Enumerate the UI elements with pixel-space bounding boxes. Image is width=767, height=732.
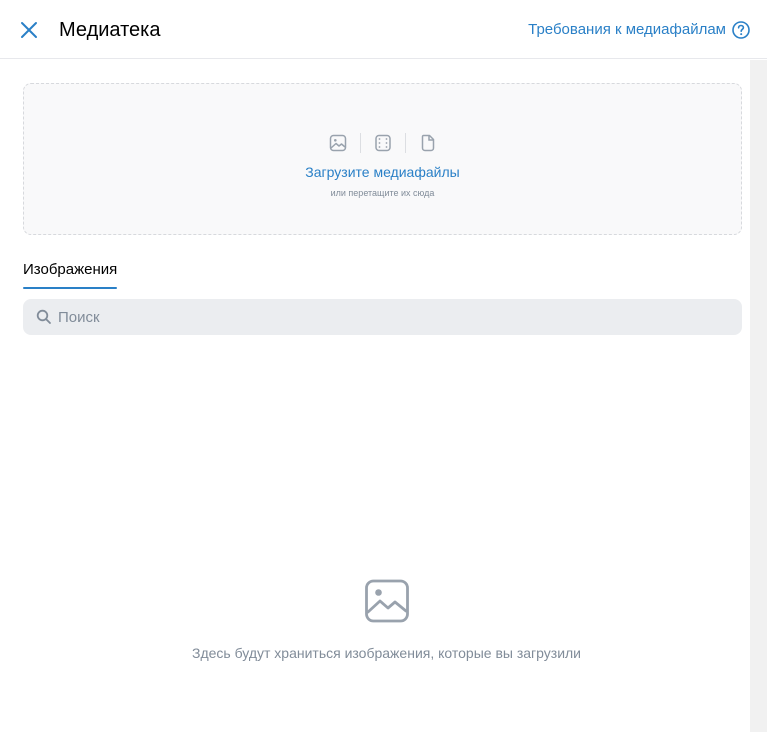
upload-dropzone[interactable]: Загрузите медиафайлы или перетащите их с… [23, 83, 742, 235]
close-button[interactable] [17, 18, 41, 42]
image-icon [327, 132, 349, 154]
close-icon [21, 22, 37, 38]
tab-active-indicator [23, 287, 118, 289]
search-icon [35, 308, 53, 326]
empty-state-text: Здесь будут храниться изображения, котор… [191, 645, 582, 661]
scrollbar[interactable] [750, 60, 767, 732]
tab-images[interactable]: Изображения [23, 259, 118, 289]
search-input[interactable] [58, 308, 698, 326]
search-bar[interactable] [23, 299, 742, 335]
video-icon [372, 132, 394, 154]
tab-images-label: Изображения [23, 261, 118, 278]
divider [359, 133, 361, 153]
upload-subtitle: или перетащите их сюда [330, 188, 435, 198]
upload-icons [24, 132, 741, 154]
header: Медиатека Требования к медиафайлам [0, 0, 767, 59]
help-circle-icon [732, 21, 750, 39]
file-icon [417, 132, 439, 154]
upload-title: Загрузите медиафайлы [305, 164, 460, 180]
divider [404, 133, 406, 153]
requirements-link[interactable]: Требования к медиафайлам [528, 18, 751, 42]
requirements-link-label: Требования к медиафайлам [528, 21, 726, 38]
image-icon [364, 578, 410, 624]
page-title: Медиатека [59, 19, 161, 41]
